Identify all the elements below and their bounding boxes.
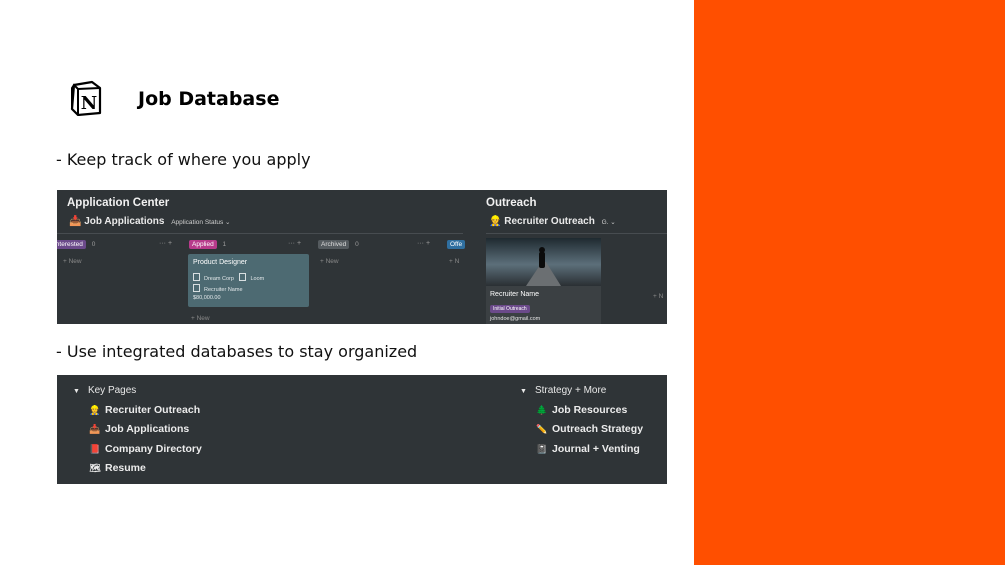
- column-actions[interactable]: ··· +: [288, 240, 301, 247]
- worker-icon: 👷: [89, 405, 101, 415]
- column-header-interested: Interested 0: [57, 240, 95, 249]
- recruiter-outreach-label: Recruiter Outreach: [504, 216, 595, 227]
- tree-icon: 🌲: [536, 405, 548, 415]
- caption-integrated-databases: - Use integrated databases to stay organ…: [56, 342, 418, 361]
- status-tag: Archived: [318, 240, 350, 249]
- column-header-applied: Applied 1: [189, 240, 226, 249]
- page-link-resume[interactable]: 🗺 Resume: [89, 462, 146, 474]
- card-recruiter: Recruiter Name: [193, 284, 243, 293]
- page-link-job-resources[interactable]: 🌲 Job Resources: [536, 404, 627, 416]
- inbox-icon: 📥: [89, 424, 101, 434]
- outreach-view-select[interactable]: G. ⌄: [602, 219, 616, 226]
- map-icon: 🗺: [89, 463, 101, 473]
- outreach-card[interactable]: Recruiter Name Initial Outreach johndoe@…: [486, 238, 601, 324]
- pencil-icon: ✏️: [536, 424, 548, 434]
- column-actions[interactable]: ··· +: [159, 240, 172, 247]
- page-link-company-directory[interactable]: 📕 Company Directory: [89, 443, 201, 455]
- worker-icon: 👷: [489, 216, 502, 227]
- book-icon: 📕: [89, 444, 101, 454]
- recruiter-outreach-view[interactable]: 👷 Recruiter Outreach G. ⌄: [489, 216, 616, 227]
- outreach-heading: Outreach: [486, 197, 537, 209]
- new-card-button[interactable]: + N: [449, 258, 459, 265]
- page-link-outreach-strategy[interactable]: ✏️ Outreach Strategy: [536, 423, 643, 435]
- card-title: Product Designer: [193, 259, 248, 266]
- column-actions[interactable]: ··· +: [417, 240, 430, 247]
- document-icon: [239, 273, 247, 281]
- page-link-recruiter-outreach[interactable]: 👷 Recruiter Outreach: [89, 404, 200, 416]
- column-header-offer: Offe: [447, 240, 466, 249]
- page-link-job-applications[interactable]: 📥 Job Applications: [89, 423, 189, 435]
- new-card-button[interactable]: + New: [320, 258, 339, 265]
- toggle-key-pages[interactable]: ▼ Key Pages: [73, 385, 136, 396]
- group-by-select[interactable]: Application Status ⌄: [171, 219, 230, 226]
- notion-logo-icon: N: [70, 80, 102, 116]
- document-icon: [193, 284, 200, 292]
- page-link-journal-venting[interactable]: 📓 Journal + Venting: [536, 443, 639, 455]
- outreach-divider: [486, 233, 667, 234]
- card-company: Dream Corp Loom: [193, 273, 264, 282]
- svg-text:N: N: [81, 93, 97, 114]
- board-divider: [57, 233, 463, 234]
- triangle-down-icon: ▼: [73, 388, 80, 395]
- job-applications-view[interactable]: 📥 Job Applications Application Status ⌄: [69, 216, 231, 227]
- column-header-archived: Archived 0: [318, 240, 359, 249]
- triangle-down-icon: ▼: [520, 388, 527, 395]
- card-cover-image: [486, 238, 601, 286]
- toggle-strategy-more[interactable]: ▼ Strategy + More: [520, 385, 606, 396]
- status-tag: Interested: [57, 240, 86, 249]
- key-pages-screenshot: ▼ Key Pages 👷 Recruiter Outreach 📥 Job Appl…: [57, 375, 667, 484]
- card-salary: $80,000.00: [193, 295, 221, 301]
- application-center-heading: Application Center: [67, 197, 170, 209]
- job-applications-label: Job Applications: [84, 216, 165, 227]
- notebook-icon: 📓: [536, 444, 548, 454]
- recruiter-name: Recruiter Name: [490, 291, 540, 298]
- column-count: 1: [222, 241, 227, 248]
- caption-track-applications: - Keep track of where you apply: [56, 150, 311, 169]
- page-title: Job Database: [138, 88, 280, 110]
- document-icon: [193, 273, 200, 281]
- column-count: 0: [91, 241, 96, 248]
- status-tag: Applied: [189, 240, 217, 249]
- new-card-button[interactable]: + New: [191, 315, 210, 322]
- new-card-button[interactable]: + N: [653, 293, 663, 300]
- new-card-button[interactable]: + New: [63, 258, 82, 265]
- inbox-icon: 📥: [69, 216, 82, 227]
- orange-accent-panel: [694, 0, 1005, 565]
- status-tag: Offe: [447, 240, 466, 249]
- application-center-screenshot: Application Center 📥 Job Applications Ap…: [57, 190, 667, 324]
- status-tag: Initial Outreach: [490, 305, 530, 313]
- recruiter-email: johndoe@gmail.com: [490, 316, 541, 322]
- application-card[interactable]: Product Designer Dream Corp Loom Recruit…: [188, 254, 309, 307]
- column-count: 0: [355, 241, 359, 248]
